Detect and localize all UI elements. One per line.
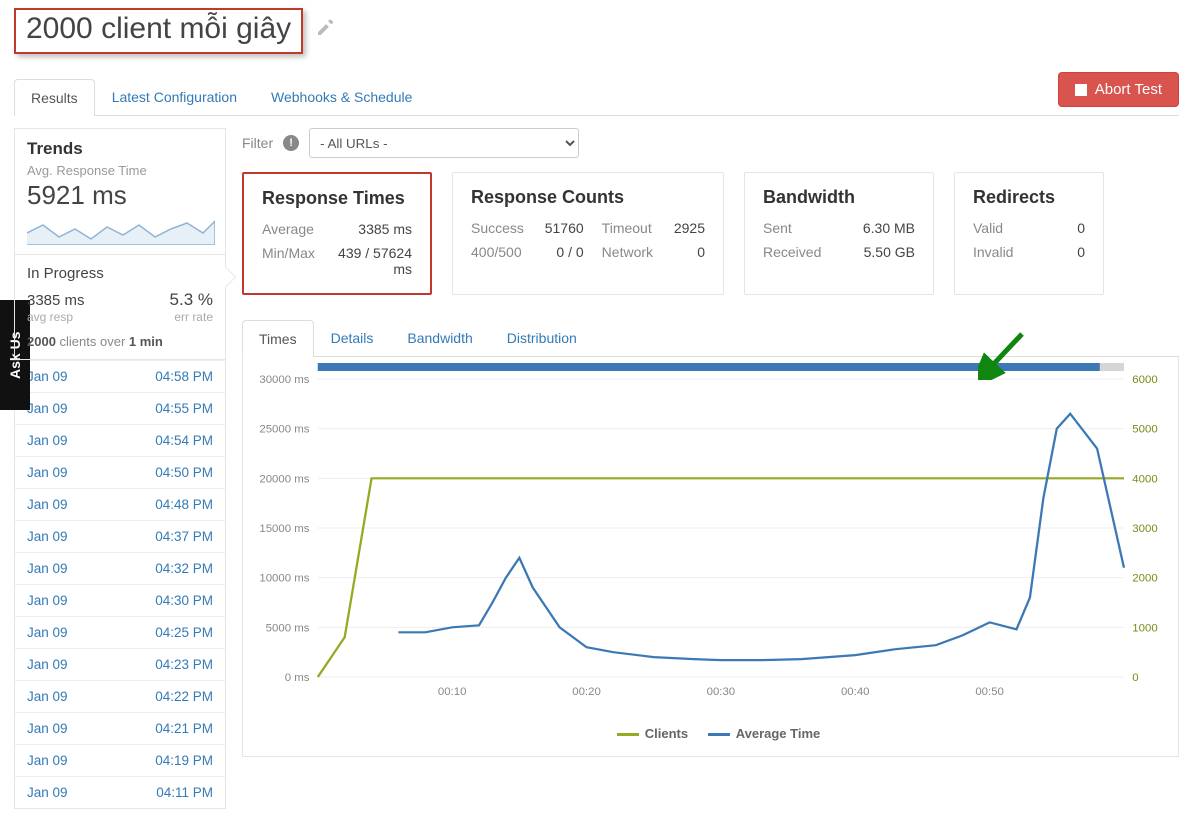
- svg-text:5000 ms: 5000 ms: [266, 623, 310, 635]
- top-tabs: ResultsLatest ConfigurationWebhooks & Sc…: [14, 78, 429, 115]
- avg-resp-label: Avg. Response Time: [27, 163, 213, 178]
- tab-webhooks-schedule[interactable]: Webhooks & Schedule: [254, 78, 429, 115]
- svg-text:00:10: 00:10: [438, 686, 467, 698]
- svg-text:3000: 3000: [1132, 523, 1157, 535]
- trends-title: Trends: [27, 139, 213, 159]
- svg-text:00:30: 00:30: [707, 686, 736, 698]
- svg-text:15000 ms: 15000 ms: [259, 523, 310, 535]
- bandwidth-card: Bandwidth Sent6.30 MBReceived5.50 GB: [744, 172, 934, 295]
- err-rate-current: 5.3 %: [170, 290, 213, 310]
- tab-results[interactable]: Results: [14, 79, 95, 116]
- svg-text:2000: 2000: [1132, 573, 1157, 585]
- svg-text:6000: 6000: [1132, 374, 1157, 386]
- svg-text:30000 ms: 30000 ms: [259, 374, 310, 386]
- history-row[interactable]: Jan 0904:19 PM: [15, 744, 225, 776]
- svg-text:20000 ms: 20000 ms: [259, 474, 310, 486]
- chart-tab-times[interactable]: Times: [242, 320, 314, 357]
- filter-label: Filter: [242, 135, 273, 151]
- history-row[interactable]: Jan 0904:23 PM: [15, 648, 225, 680]
- in-progress-label: In Progress: [27, 265, 213, 282]
- svg-text:25000 ms: 25000 ms: [259, 424, 310, 436]
- run-summary: 2000 clients over 1 min: [27, 334, 213, 349]
- chart-tab-distribution[interactable]: Distribution: [490, 319, 594, 356]
- info-icon[interactable]: !: [283, 135, 299, 151]
- history-row[interactable]: Jan 0904:32 PM: [15, 552, 225, 584]
- history-row[interactable]: Jan 0904:37 PM: [15, 520, 225, 552]
- abort-label: Abort Test: [1095, 81, 1162, 98]
- svg-text:0 ms: 0 ms: [285, 672, 310, 684]
- history-row[interactable]: Jan 0904:11 PM: [15, 776, 225, 808]
- history-row[interactable]: Jan 0904:22 PM: [15, 680, 225, 712]
- redirects-card: Redirects Valid0Invalid0: [954, 172, 1104, 295]
- svg-text:1000: 1000: [1132, 623, 1157, 635]
- svg-text:00:50: 00:50: [975, 686, 1004, 698]
- tab-latest-configuration[interactable]: Latest Configuration: [95, 78, 254, 115]
- history-row[interactable]: Jan 0904:21 PM: [15, 712, 225, 744]
- history-row[interactable]: Jan 0904:48 PM: [15, 488, 225, 520]
- url-filter-select[interactable]: - All URLs -: [309, 128, 579, 158]
- edit-icon[interactable]: [315, 18, 335, 44]
- trends-sparkline: [27, 215, 215, 245]
- chart-tabs: TimesDetailsBandwidthDistribution: [242, 319, 1179, 357]
- history-row[interactable]: Jan 0904:54 PM: [15, 424, 225, 456]
- chart-tab-details[interactable]: Details: [314, 319, 391, 356]
- chart-legend: Clients Average Time: [243, 720, 1178, 741]
- history-row[interactable]: Jan 0904:50 PM: [15, 456, 225, 488]
- response-counts-card: Response Counts Success51760Timeout29254…: [452, 172, 724, 295]
- svg-text:0: 0: [1132, 672, 1138, 684]
- stop-icon: [1075, 84, 1087, 96]
- response-times-card: Response Times Average3385 msMin/Max439 …: [242, 172, 432, 295]
- svg-text:4000: 4000: [1132, 474, 1157, 486]
- svg-text:00:20: 00:20: [572, 686, 601, 698]
- trends-card: Trends Avg. Response Time 5921 ms: [14, 128, 226, 255]
- avg-resp-value: 5921 ms: [27, 180, 213, 211]
- chart-tab-bandwidth[interactable]: Bandwidth: [390, 319, 489, 356]
- avg-resp-current: 3385 ms: [27, 292, 85, 309]
- run-history-list: Jan 0904:58 PMJan 0904:55 PMJan 0904:54 …: [14, 360, 226, 809]
- svg-text:00:40: 00:40: [841, 686, 870, 698]
- history-row[interactable]: Jan 0904:30 PM: [15, 584, 225, 616]
- history-row[interactable]: Jan 0904:55 PM: [15, 392, 225, 424]
- in-progress-card: In Progress 3385 ms 5.3 % avg resperr ra…: [14, 255, 226, 360]
- times-chart: 0 ms 5000 ms 10000 ms 15000 ms 20000 ms 25000…: [242, 357, 1179, 757]
- history-row[interactable]: Jan 0904:25 PM: [15, 616, 225, 648]
- history-row[interactable]: Jan 0904:58 PM: [15, 360, 225, 392]
- svg-text:5000: 5000: [1132, 424, 1157, 436]
- svg-text:10000 ms: 10000 ms: [259, 573, 310, 585]
- test-title: 2000 client mỗi giây: [14, 8, 303, 54]
- abort-test-button[interactable]: Abort Test: [1058, 72, 1179, 107]
